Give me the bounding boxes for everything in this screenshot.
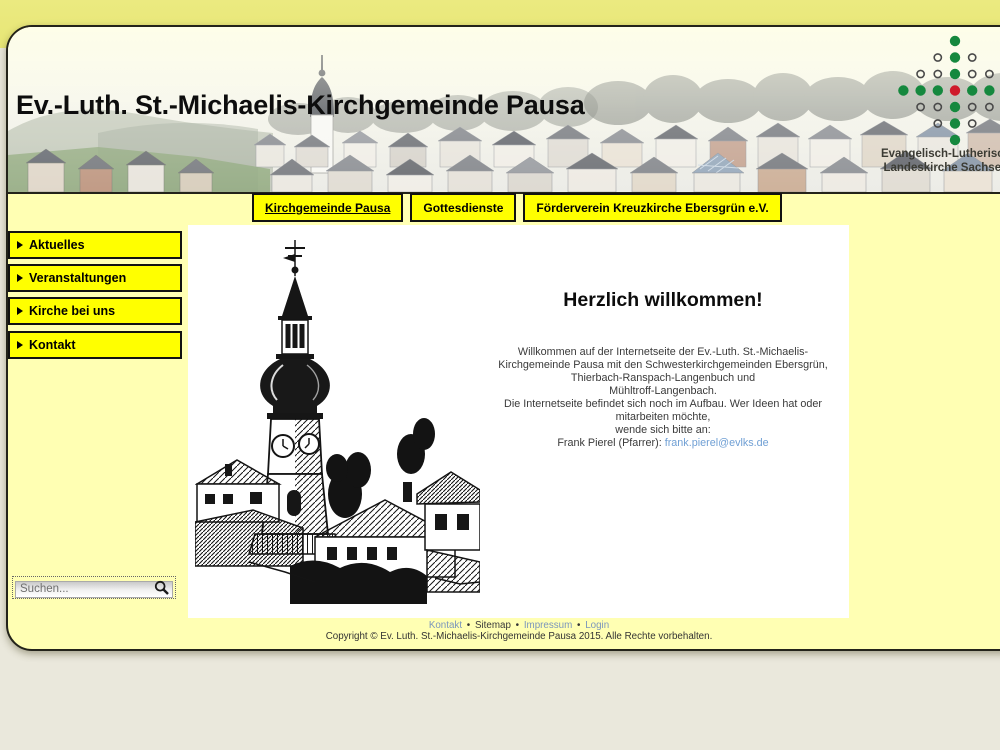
- arrow-right-icon: [17, 274, 23, 282]
- page: { "header": { "title": "Ev.-Luth. St.-Mi…: [0, 0, 1000, 750]
- landeskirche-logo: Evangelisch-Lutherische Landeskirche Sac…: [878, 35, 1000, 185]
- search-input[interactable]: [15, 581, 173, 598]
- tab-kirchgemeinde-pausa[interactable]: Kirchgemeinde Pausa: [252, 193, 403, 222]
- logo-text-line1: Evangelisch-Lutherische: [829, 148, 1000, 162]
- footer: Kontakt • Sitemap • Impressum • Login Co…: [8, 620, 1000, 642]
- tab-gottesdienste[interactable]: Gottesdienste: [410, 193, 516, 222]
- sidebar-item-kirche-bei-uns[interactable]: Kirche bei uns: [8, 297, 182, 325]
- welcome-paragraph: Willkommen auf der Internetseite der Ev.…: [498, 346, 827, 436]
- welcome-text: Willkommen auf der Internetseite der Ev.…: [463, 346, 863, 450]
- tab-label: Förderverein Kreuzkirche Ebersgrün e.V.: [536, 201, 768, 215]
- sidebar-item-aktuelles[interactable]: Aktuelles: [8, 231, 182, 259]
- contact-label: Frank Pierel (Pfarrer):: [557, 437, 661, 449]
- sidebar-item-label: Veranstaltungen: [29, 271, 126, 285]
- sidebar-item-label: Kontakt: [29, 338, 76, 352]
- sidebar-item-label: Kirche bei uns: [29, 304, 115, 318]
- logo-text: Evangelisch-Lutherische Landeskirche Sac…: [829, 148, 1000, 175]
- separator: •: [467, 620, 470, 631]
- tab-label: Kirchgemeinde Pausa: [265, 201, 390, 215]
- tab-label: Gottesdienste: [423, 201, 503, 215]
- sidebar-item-label: Aktuelles: [29, 238, 85, 252]
- main-content: Herzlich willkommen! Willkommen auf der …: [188, 225, 849, 618]
- footer-link-kontakt[interactable]: Kontakt: [429, 620, 462, 631]
- footer-link-impressum[interactable]: Impressum: [524, 620, 572, 631]
- arrow-right-icon: [17, 341, 23, 349]
- arrow-right-icon: [17, 307, 23, 315]
- church-town-sketch: [195, 232, 480, 607]
- welcome-column: Herzlich willkommen! Willkommen auf der …: [483, 225, 843, 618]
- tab-foerderverein[interactable]: Förderverein Kreuzkirche Ebersgrün e.V.: [523, 193, 781, 222]
- footer-link-login[interactable]: Login: [585, 620, 609, 631]
- sidebar-item-veranstaltungen[interactable]: Veranstaltungen: [8, 264, 182, 292]
- separator: •: [577, 620, 580, 631]
- page-title: Ev.-Luth. St.-Michaelis-Kirchgemeinde Pa…: [16, 90, 585, 121]
- logo-text-line2: Landeskirche Sachsens: [829, 162, 1000, 176]
- dot-cross-icon: [878, 35, 1000, 150]
- page-container: Ev.-Luth. St.-Michaelis-Kirchgemeinde Pa…: [6, 25, 1000, 651]
- footer-link-sitemap[interactable]: Sitemap: [475, 620, 511, 631]
- email-link[interactable]: frank.pierel@evlks.de: [665, 437, 769, 449]
- search-box: [12, 576, 176, 599]
- sidebar-item-kontakt[interactable]: Kontakt: [8, 331, 182, 359]
- search-icon[interactable]: [154, 580, 170, 596]
- footer-links: Kontakt • Sitemap • Impressum • Login: [8, 620, 1000, 631]
- site-header: Ev.-Luth. St.-Michaelis-Kirchgemeinde Pa…: [8, 27, 1000, 194]
- arrow-right-icon: [17, 241, 23, 249]
- welcome-heading: Herzlich willkommen!: [483, 289, 843, 312]
- nav-tabs: Kirchgemeinde Pausa Gottesdienste Förder…: [252, 193, 782, 222]
- copyright-text: Copyright © Ev. Luth. St.-Michaelis-Kirc…: [8, 631, 1000, 642]
- contact-line: Frank Pierel (Pfarrer): frank.pierel@evl…: [463, 437, 863, 450]
- separator: •: [516, 620, 519, 631]
